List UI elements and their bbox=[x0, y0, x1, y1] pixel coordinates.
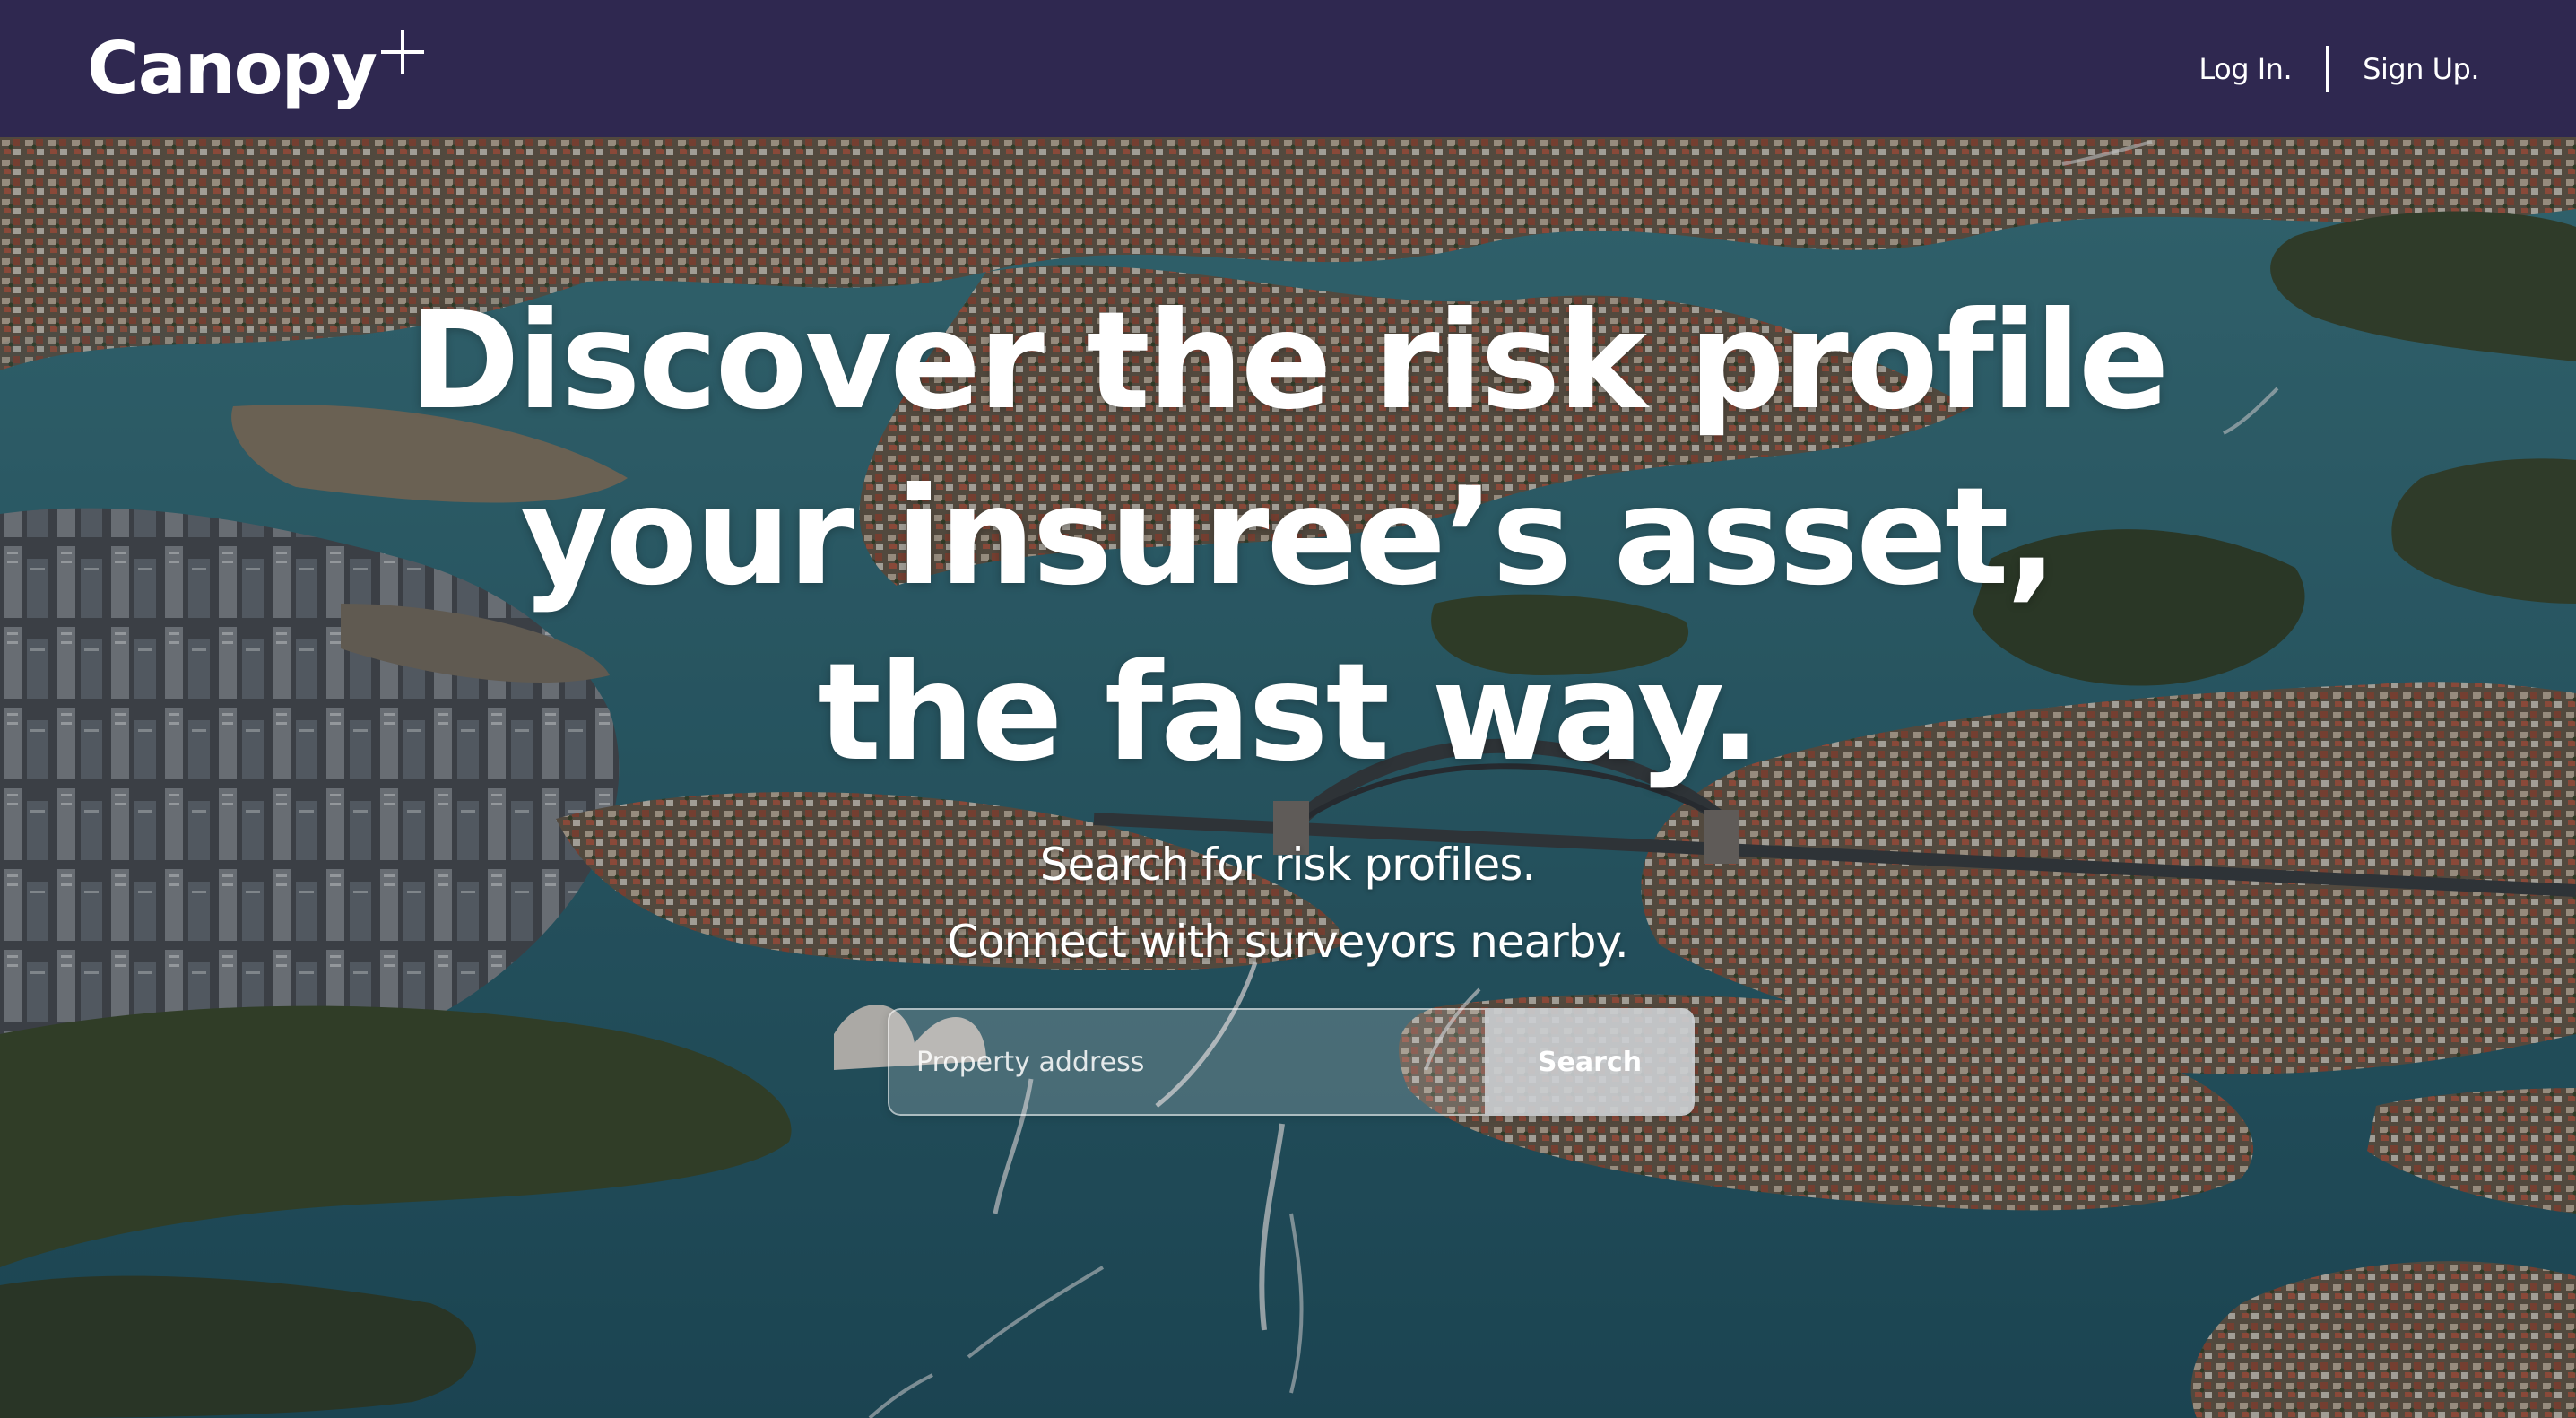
property-search-form: Search bbox=[888, 1008, 1695, 1116]
top-navbar: Canopy Log In. Sign Up. bbox=[0, 0, 2576, 137]
hero-headline: Discover the risk profile your insuree’s… bbox=[391, 274, 2184, 801]
plus-icon bbox=[381, 30, 425, 74]
auth-nav: Log In. Sign Up. bbox=[2199, 0, 2479, 137]
headline-line-1: Discover the risk profile bbox=[408, 283, 2169, 439]
hero-section: Discover the risk profile your insuree’s… bbox=[0, 137, 2576, 1418]
brand-logo[interactable]: Canopy bbox=[87, 20, 425, 118]
brand-name: Canopy bbox=[87, 27, 377, 110]
subline-line-2: Connect with surveyors nearby. bbox=[947, 916, 1629, 968]
headline-line-3: the fast way. bbox=[817, 635, 1760, 791]
nav-divider bbox=[2326, 45, 2329, 92]
property-address-input[interactable] bbox=[888, 1008, 1485, 1116]
search-button[interactable]: Search bbox=[1485, 1008, 1695, 1116]
subline-line-1: Search for risk profiles. bbox=[1039, 839, 1537, 891]
login-link[interactable]: Log In. bbox=[2199, 52, 2292, 86]
hero-subline: Search for risk profiles. Connect with s… bbox=[750, 826, 1826, 980]
signup-link[interactable]: Sign Up. bbox=[2363, 52, 2479, 86]
landing-page: Canopy Log In. Sign Up. Discover the ris… bbox=[0, 0, 2576, 1418]
headline-line-2: your insuree’s asset, bbox=[520, 459, 2057, 615]
